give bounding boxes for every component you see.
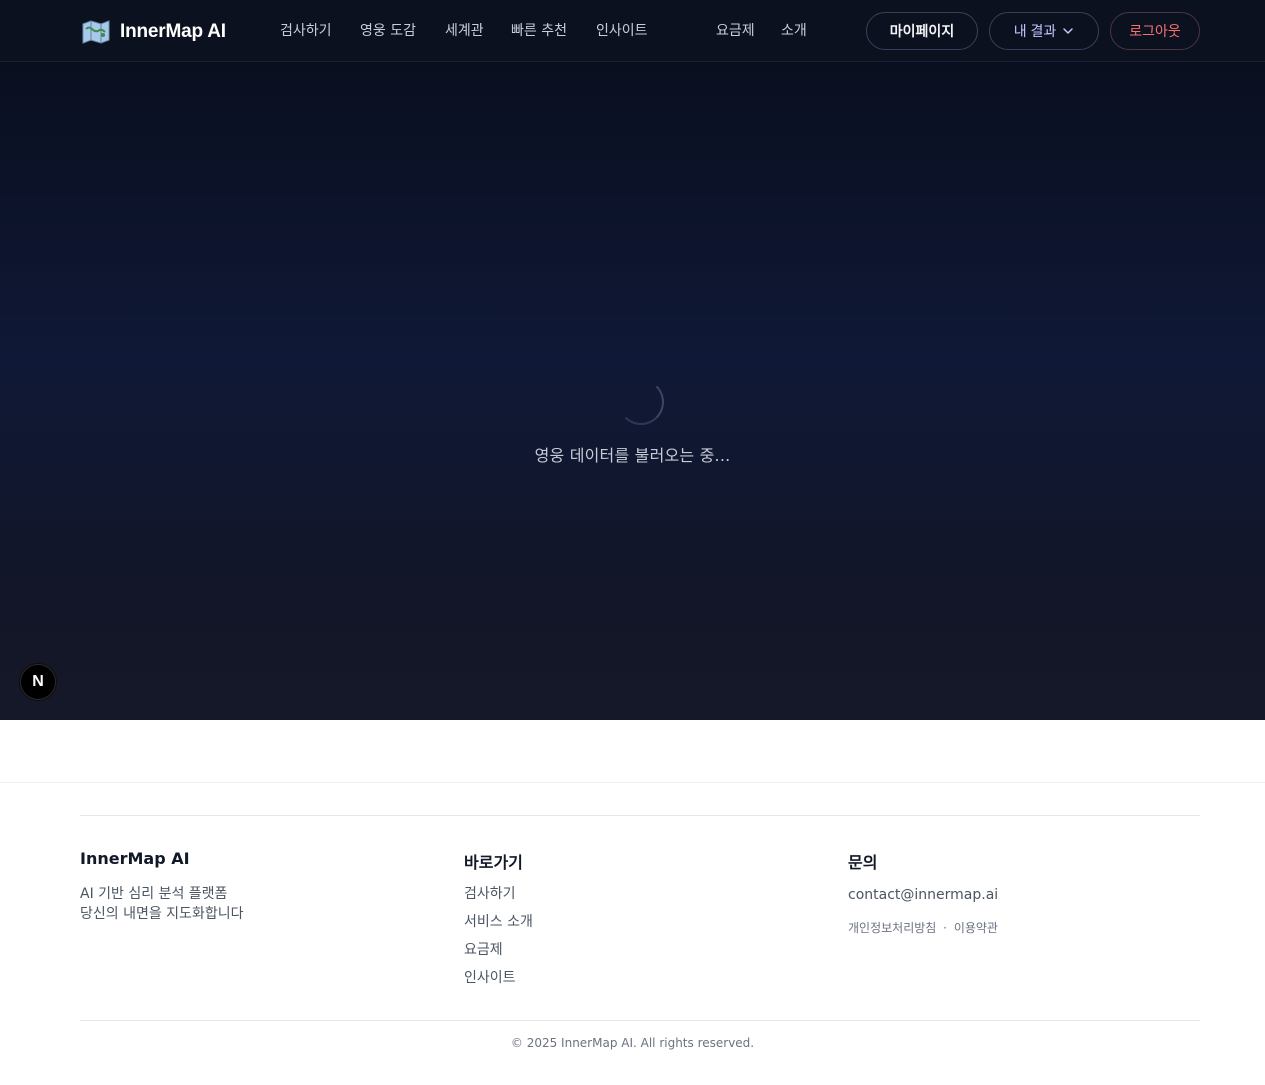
legal-separator: · xyxy=(943,921,947,935)
logout-button[interactable]: 로그아웃 xyxy=(1110,12,1200,50)
nav-insight[interactable]: 인사이트 xyxy=(596,20,648,42)
nav-pricing[interactable]: 요금제 xyxy=(716,20,755,42)
footer-brand-line-1: AI 기반 심리 분석 플랫폼 xyxy=(80,886,228,902)
footer-divider xyxy=(80,815,1200,816)
nav-quick-recommend[interactable]: 빠른 추천 xyxy=(511,20,567,42)
footer-link-about[interactable]: 서비스 소개 xyxy=(464,912,533,932)
terms-link[interactable]: 이용약관 xyxy=(954,921,998,935)
footer-brand-title: InnerMap AI xyxy=(80,849,190,868)
footer-link-pricing[interactable]: 요금제 xyxy=(464,940,503,960)
loading-section: 영웅 데이터를 불러오는 중... N xyxy=(0,62,1265,720)
nav-worldview[interactable]: 세계관 xyxy=(445,20,484,42)
logo-home-link[interactable]: InnerMap AI xyxy=(82,18,226,46)
map-icon xyxy=(82,20,110,44)
footer-link-insight[interactable]: 인사이트 xyxy=(464,968,516,988)
chevron-down-icon xyxy=(1063,28,1074,34)
footer-brand-line-2: 당신의 내면을 지도화합니다 xyxy=(80,906,244,922)
footer-top-divider xyxy=(0,782,1265,783)
loading-message: 영웅 데이터를 불러오는 중... xyxy=(534,446,731,465)
footer-contact-title: 문의 xyxy=(848,853,878,872)
loading-spinner xyxy=(618,379,664,425)
nav-test[interactable]: 검사하기 xyxy=(280,20,332,42)
contact-email-link[interactable]: contact@innermap.ai xyxy=(848,885,998,905)
footer-link-test[interactable]: 검사하기 xyxy=(464,884,516,904)
my-results-label: 내 결과 xyxy=(1013,23,1057,39)
footer-bottom-divider xyxy=(80,1020,1200,1021)
nav-hero-encyclopedia[interactable]: 영웅 도감 xyxy=(360,20,416,42)
top-navbar: InnerMap AI 검사하기 영웅 도감 세계관 빠른 추천 인사이트 요금… xyxy=(0,0,1265,62)
nav-about[interactable]: 소개 xyxy=(781,20,807,42)
my-results-dropdown[interactable]: 내 결과 xyxy=(989,12,1099,50)
logo-text: InnerMap AI xyxy=(120,21,226,42)
dev-tools-badge[interactable]: N xyxy=(20,664,56,700)
privacy-policy-link[interactable]: 개인정보처리방침 xyxy=(848,921,936,935)
mypage-button[interactable]: 마이페이지 xyxy=(866,12,978,50)
copyright-text: © 2025 InnerMap AI. All rights reserved. xyxy=(510,1036,755,1050)
footer-shortcuts-title: 바로가기 xyxy=(464,853,523,872)
footer-legal-links: 개인정보처리방침 · 이용약관 xyxy=(848,919,998,937)
